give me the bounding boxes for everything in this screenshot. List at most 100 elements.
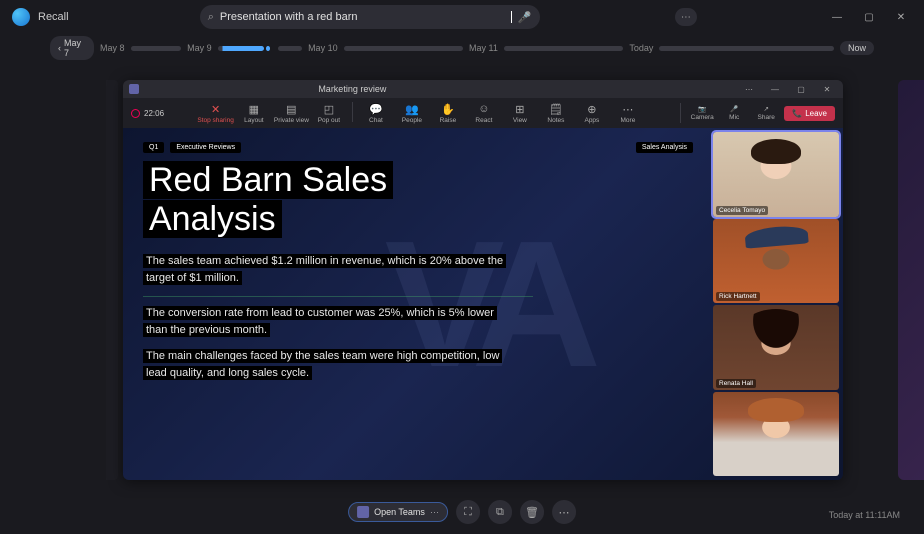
- timeline-segment[interactable]: [504, 46, 623, 51]
- people-icon: 👥: [405, 102, 419, 116]
- timeline-date[interactable]: May 11: [469, 43, 498, 53]
- participant-name: Rick Hartnett: [716, 292, 760, 301]
- view-button[interactable]: ⊞View: [504, 102, 536, 124]
- teams-mini-icon: [357, 506, 369, 518]
- mic-toggle[interactable]: 🎤Mic: [720, 105, 748, 121]
- apps-button[interactable]: ⊕Apps: [576, 102, 608, 124]
- record-dot-icon: [131, 109, 140, 118]
- layout-button[interactable]: ▦Layout: [238, 102, 270, 124]
- snapshot-more-icon[interactable]: ⋯: [739, 82, 759, 96]
- timeline-segment[interactable]: [278, 46, 302, 51]
- search-more-button[interactable]: ⋯: [675, 8, 697, 26]
- snapshot-titlebar: Marketing review ⋯ — ▢ ✕: [123, 80, 843, 98]
- search-bar[interactable]: ⌕ 🎤: [200, 5, 540, 29]
- slide-divider: [143, 296, 533, 297]
- maximize-button[interactable]: ▢: [860, 8, 878, 26]
- view-icon: ⊞: [513, 102, 527, 116]
- timeline[interactable]: ‹May 7 May 8 May 9 May 10 May 11 Today N…: [0, 34, 924, 62]
- copy-button[interactable]: ⧉: [488, 500, 512, 524]
- adjacent-snapshot-right[interactable]: [898, 80, 924, 480]
- stop-icon: ✕: [209, 102, 223, 116]
- private-view-icon: ▤: [284, 102, 298, 116]
- open-app-button[interactable]: Open Teams ⋯: [348, 502, 448, 522]
- timeline-date[interactable]: Today: [629, 43, 653, 53]
- chevron-left-icon: ‹: [58, 43, 61, 53]
- timeline-playhead[interactable]: [264, 44, 273, 53]
- popout-button[interactable]: ◰Pop out: [313, 102, 345, 124]
- stop-sharing-button[interactable]: ✕Stop sharing: [197, 102, 234, 124]
- copy-icon: ⧉: [496, 506, 504, 519]
- participant-name: Renata Hall: [716, 379, 756, 388]
- raise-button[interactable]: ✋Raise: [432, 102, 464, 124]
- camera-toggle[interactable]: 📷Camera: [688, 105, 716, 121]
- slide-title: Red Barn Sales Analysis: [143, 161, 693, 239]
- phone-icon: 📞: [792, 109, 802, 118]
- slide-para-1: The sales team achieved $1.2 million in …: [143, 253, 513, 286]
- adjacent-snapshot-left[interactable]: [106, 80, 118, 480]
- timeline-segment[interactable]: [659, 46, 834, 51]
- snapshot-window-title: Marketing review: [318, 84, 386, 94]
- divider: [352, 102, 353, 122]
- people-button[interactable]: 👥People: [396, 102, 428, 124]
- react-button[interactable]: ☺React: [468, 102, 500, 124]
- layout-icon: ▦: [247, 102, 261, 116]
- private-view-button[interactable]: ▤Private view: [274, 102, 309, 124]
- timeline-segment[interactable]: [131, 46, 182, 51]
- close-button[interactable]: ✕: [892, 8, 910, 26]
- participant-video: [713, 305, 839, 390]
- slide-content: Q1 Executive Reviews Sales Analysis Red …: [123, 128, 713, 480]
- search-input[interactable]: [220, 11, 505, 23]
- crop-icon: ⛶: [464, 506, 472, 519]
- timeline-segment-active[interactable]: [218, 46, 264, 51]
- notes-button[interactable]: 🗒Notes: [540, 102, 572, 124]
- trash-icon: 🗑: [525, 506, 539, 519]
- snapshot-minimize-icon[interactable]: —: [765, 82, 785, 96]
- delete-button[interactable]: 🗑: [520, 500, 544, 524]
- app-name: Recall: [38, 11, 69, 23]
- timeline-date[interactable]: May 8: [100, 43, 125, 53]
- text-cursor: [511, 11, 512, 23]
- teams-toolbar: 22:06 ✕Stop sharing ▦Layout ▤Private vie…: [123, 98, 843, 128]
- leave-button[interactable]: 📞Leave: [784, 106, 835, 121]
- share-button[interactable]: ↗Share: [752, 105, 780, 121]
- notes-icon: 🗒: [549, 102, 563, 116]
- minimize-button[interactable]: —: [828, 8, 846, 26]
- participant-tile[interactable]: Rick Hartnett: [713, 219, 839, 304]
- recording-time: 22:06: [144, 109, 164, 118]
- teams-tools: ✕Stop sharing ▦Layout ▤Private view ◰Pop…: [197, 102, 644, 124]
- mic-icon[interactable]: 🎤: [518, 10, 532, 24]
- dropdown-icon: ⋯: [430, 507, 439, 518]
- more-icon: ⋯: [558, 506, 569, 519]
- snapshot-card: Marketing review ⋯ — ▢ ✕ 22:06 ✕Stop sha…: [123, 80, 843, 480]
- chat-icon: 💬: [369, 102, 383, 116]
- participant-video: [713, 219, 839, 304]
- bottom-dock: Open Teams ⋯ ⛶ ⧉ 🗑 ⋯: [348, 500, 576, 524]
- chip-exec: Executive Reviews: [170, 142, 241, 153]
- camera-icon: 📷: [698, 105, 706, 113]
- slide-para-2: The conversion rate from lead to custome…: [143, 305, 513, 338]
- chat-button[interactable]: 💬Chat: [360, 102, 392, 124]
- dock-more-button[interactable]: ⋯: [552, 500, 576, 524]
- raise-hand-icon: ✋: [441, 102, 455, 116]
- snapshot-timestamp: Today at 11:11AM: [829, 510, 900, 520]
- popout-icon: ◰: [322, 102, 336, 116]
- participant-tile[interactable]: [713, 392, 839, 477]
- snapshot-close-icon[interactable]: ✕: [817, 82, 837, 96]
- timeline-now-chip[interactable]: Now: [840, 41, 874, 55]
- recording-indicator: 22:06: [131, 109, 164, 118]
- share-icon: ↗: [764, 105, 769, 113]
- timeline-segment[interactable]: [344, 46, 463, 51]
- timeline-prev-date[interactable]: ‹May 7: [50, 36, 94, 60]
- timeline-date[interactable]: May 9: [187, 43, 212, 53]
- teams-app-icon: [129, 84, 139, 94]
- timeline-date[interactable]: May 10: [308, 43, 338, 53]
- slide-para-3: The main challenges faced by the sales t…: [143, 348, 513, 381]
- participant-tile[interactable]: Renata Hall: [713, 305, 839, 390]
- more-button[interactable]: ⋯More: [612, 102, 644, 124]
- chip-sales-analysis: Sales Analysis: [636, 142, 693, 153]
- chip-quarter: Q1: [143, 142, 164, 153]
- crop-button[interactable]: ⛶: [456, 500, 480, 524]
- snapshot-maximize-icon[interactable]: ▢: [791, 82, 811, 96]
- apps-icon: ⊕: [585, 102, 599, 116]
- participant-tile[interactable]: Cecelia Tomayo: [713, 132, 839, 217]
